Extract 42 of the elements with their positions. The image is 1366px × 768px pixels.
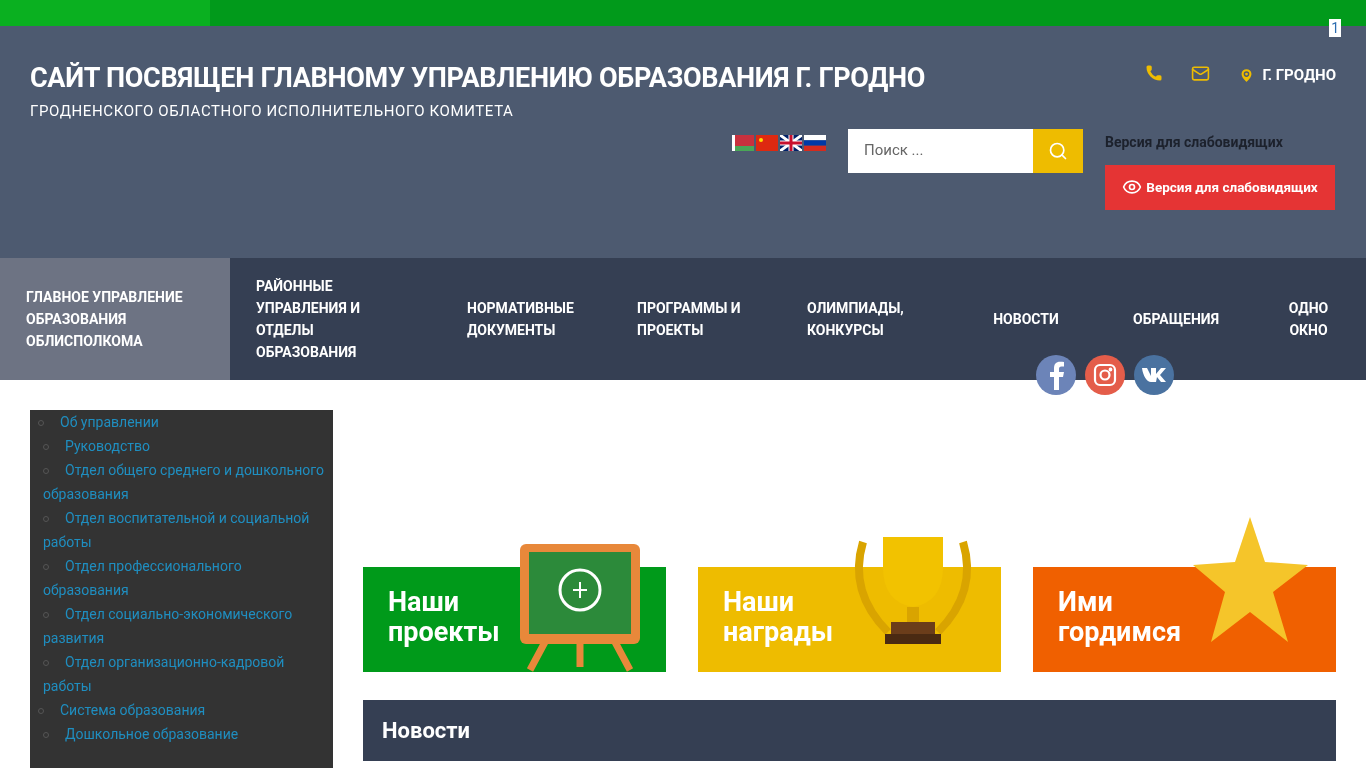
promo-banner[interactable]: Ими гордимся: [1033, 520, 1336, 672]
location-text: Г. ГРОДНО: [1262, 65, 1336, 86]
eye-icon: [1122, 177, 1143, 197]
accessibility-button[interactable]: Версия для слабовидящих: [1105, 164, 1335, 210]
promo-banner[interactable]: Наши награды: [698, 520, 1001, 672]
nav-item[interactable]: ГЛАВНОЕ УПРАВЛЕНИЕ ОБРАЗОВАНИЯ ОБЛИСПОЛКОМА: [0, 258, 230, 380]
nav-item[interactable]: РАЙОННЫЕ УПРАВЛЕНИЯ И ОТДЕЛЫ ОБРАЗОВАНИЯ: [230, 258, 441, 380]
vk-icon[interactable]: [1134, 355, 1174, 395]
site-title: САЙТ ПОСВЯЩЕН ГЛАВНОМУ УПРАВЛЕНИЮ ОБРАЗОВАНИЯ Г. ГРОДНО: [30, 61, 926, 96]
banner-title: Наши проекты: [388, 587, 501, 647]
search-icon: [1048, 140, 1068, 161]
nav-item[interactable]: НОРМАТИВНЫЕ ДОКУМЕНТЫ: [441, 258, 611, 380]
sidebar-link[interactable]: Отдел организационно-кадровой работы: [34, 650, 325, 698]
sidebar-link[interactable]: Руководство: [34, 434, 325, 458]
news-title: Новости: [382, 717, 470, 745]
instagram-icon[interactable]: [1085, 355, 1125, 395]
nav-item[interactable]: ПРОГРАММЫ И ПРОЕКТЫ: [611, 258, 781, 380]
mail-icon[interactable]: [1190, 64, 1210, 83]
accessibility-caption: Версия для слабовидящих: [1105, 132, 1283, 152]
nav-item[interactable]: НОВОСТИ: [951, 258, 1101, 380]
search-field[interactable]: Поиск ...: [848, 128, 1033, 173]
sidebar-link[interactable]: Отдел общего среднего и дошкольного образования: [34, 458, 325, 506]
nav-item[interactable]: ОБРАЩЕНИЯ: [1101, 258, 1251, 380]
promo-banner[interactable]: Наши проекты: [363, 520, 666, 672]
sidebar-link[interactable]: Система образования: [34, 698, 325, 722]
nav-item[interactable]: ОДНО ОКНО: [1251, 258, 1366, 380]
site-subtitle: ГРОДНЕНСКОГО ОБЛАСТНОГО ИСПОЛНИТЕЛЬНОГО КОМИТЕТА: [30, 101, 514, 122]
search-button[interactable]: [1033, 128, 1083, 173]
corner-badge: 1: [1329, 19, 1341, 37]
phone-icon[interactable]: [1144, 64, 1163, 82]
sidebar-link[interactable]: Об управлении: [34, 410, 325, 434]
flag-icon[interactable]: [732, 134, 754, 151]
sidebar-link[interactable]: Дошкольное образование: [34, 722, 325, 746]
sidebar-link[interactable]: Отдел социально-экономического развития: [34, 602, 325, 650]
sidebar-link[interactable]: Отдел профессионального образования: [34, 554, 325, 602]
banner-title: Наши награды: [723, 587, 835, 647]
banner-title: Ими гордимся: [1058, 587, 1183, 647]
nav-item[interactable]: ОЛИМПИАДЫ, КОНКУРСЫ: [781, 258, 951, 380]
flag-icon[interactable]: [804, 134, 826, 151]
sidebar-link[interactable]: Отдел воспитательной и социальной работы: [34, 506, 325, 554]
flag-icon[interactable]: [780, 134, 802, 151]
facebook-icon[interactable]: [1036, 355, 1076, 395]
